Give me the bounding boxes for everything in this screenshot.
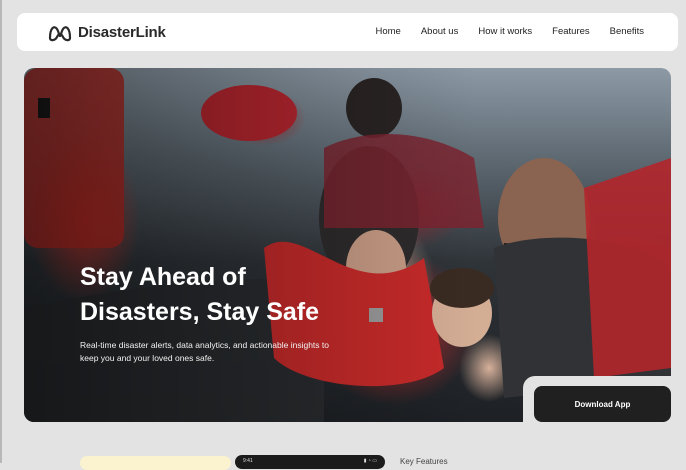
phone-time: 9:41 — [243, 458, 253, 464]
page: DisasterLink Home About us How it works … — [0, 0, 686, 470]
download-app-button[interactable]: Download App — [534, 386, 671, 422]
key-features-heading: Key Features — [400, 457, 448, 466]
feature-card-peek — [80, 456, 231, 470]
brand-logo[interactable]: DisasterLink — [47, 22, 166, 42]
nav-features[interactable]: Features — [552, 26, 590, 37]
hero-title-line-2: Disasters, Stay Safe — [80, 298, 320, 326]
nav-about-us[interactable]: About us — [421, 26, 459, 37]
hero-overlay — [24, 68, 671, 422]
nav-how-it-works[interactable]: How it works — [478, 26, 532, 37]
hero-title: Stay Ahead of Disasters, Stay Safe — [80, 260, 380, 330]
hero-subtitle: Real-time disaster alerts, data analytic… — [80, 340, 329, 363]
hero-title-line-1: Stay Ahead of — [80, 263, 246, 291]
nav-home[interactable]: Home — [375, 26, 400, 37]
disasterlink-logo-icon — [48, 26, 72, 42]
phone-status-icons: ▮ ◔ ▭ — [363, 458, 377, 464]
navbar: DisasterLink Home About us How it works … — [17, 13, 678, 51]
hero-section: Stay Ahead of Disasters, Stay Safe Real-… — [24, 68, 671, 422]
brand-name: DisasterLink — [78, 23, 166, 41]
nav-benefits[interactable]: Benefits — [610, 26, 644, 37]
main-nav: Home About us How it works Features Bene… — [375, 26, 644, 37]
phone-mockup-peek: 9:41 ▮ ◔ ▭ — [235, 455, 385, 469]
